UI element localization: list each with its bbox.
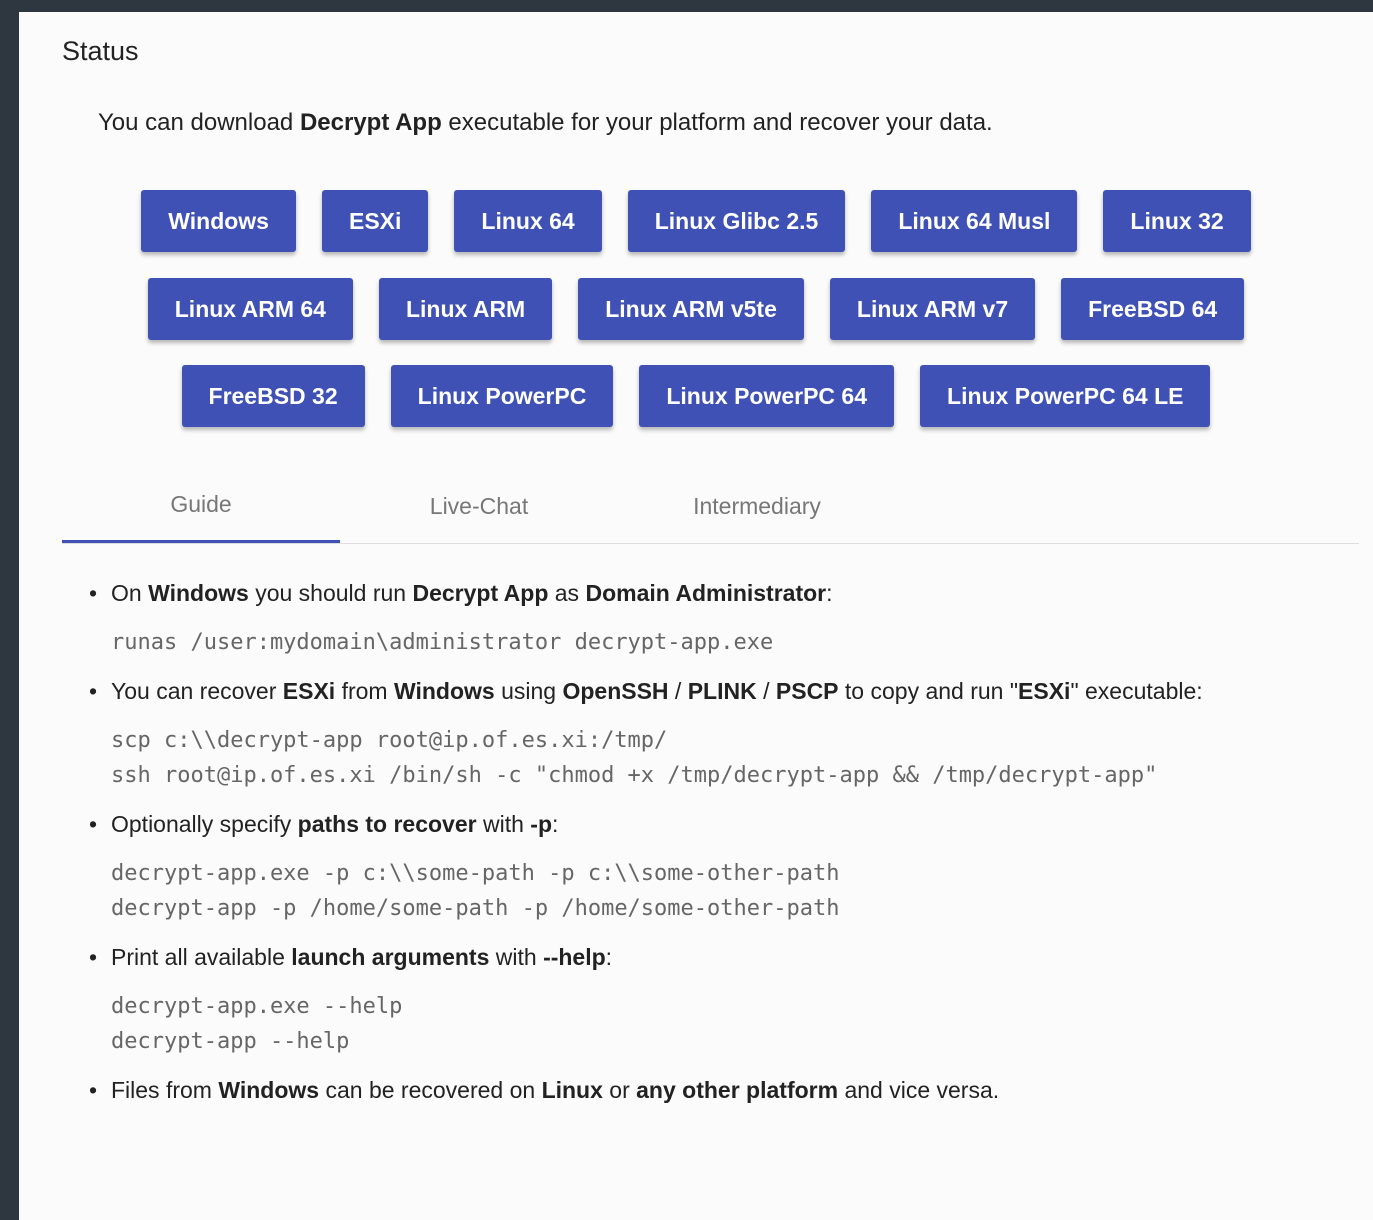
tab-intermediary[interactable]: Intermediary [618,469,896,543]
page-title: Status [62,36,139,66]
guide-item-cross-platform: Files from Windows can be recovered on L… [89,1077,1349,1104]
download-freebsd-32-button[interactable]: FreeBSD 32 [181,365,365,427]
code-line: ssh root@ip.of.es.xi /bin/sh -c "chmod +… [111,763,1158,788]
tab-bar: Guide Live-Chat Intermediary [62,469,1359,544]
code-line: decrypt-app.exe -p c:\\some-path -p c:\\… [111,861,840,886]
download-linux-powerpc-button[interactable]: Linux PowerPC [390,365,614,427]
code-line: decrypt-app --help [111,1029,350,1054]
code-paths: decrypt-app.exe -p c:\\some-path -p c:\\… [111,856,1349,926]
download-linux-powerpc-64-le-button[interactable]: Linux PowerPC 64 LE [920,365,1211,427]
intro-text: You can download Decrypt App executable … [98,109,993,137]
guide-item-esxi-recover: You can recover ESXi from Windows using … [89,678,1349,705]
download-buttons-row-3: FreeBSD 32 Linux PowerPC Linux PowerPC 6… [19,365,1373,427]
download-linux-arm-v5te-button[interactable]: Linux ARM v5te [578,278,804,340]
code-line: decrypt-app -p /home/some-path -p /home/… [111,896,840,921]
download-linux-arm-v7-button[interactable]: Linux ARM v7 [829,278,1036,340]
download-buttons-row-2: Linux ARM 64 Linux ARM Linux ARM v5te Li… [19,278,1373,340]
download-linux-glibc-button[interactable]: Linux Glibc 2.5 [627,190,846,252]
tab-guide[interactable]: Guide [62,469,340,543]
intro-text-part: You can download [98,109,300,136]
download-linux-32-button[interactable]: Linux 32 [1103,190,1251,252]
intro-app-name: Decrypt App [299,109,442,136]
download-freebsd-64-button[interactable]: FreeBSD 64 [1061,278,1245,340]
download-buttons-row-1: Windows ESXi Linux 64 Linux Glibc 2.5 Li… [19,190,1373,252]
download-linux-powerpc-64-button[interactable]: Linux PowerPC 64 [639,365,895,427]
guide-item-windows-admin: On Windows you should run Decrypt App as… [89,580,1349,607]
code-line: scp c:\\decrypt-app root@ip.of.es.xi:/tm… [111,728,668,753]
code-runas: runas /user:mydomain\administrator decry… [111,630,774,655]
download-linux-64-musl-button[interactable]: Linux 64 Musl [871,190,1078,252]
guide-content: On Windows you should run Decrypt App as… [89,580,1349,1104]
code-scp-ssh: scp c:\\decrypt-app root@ip.of.es.xi:/tm… [111,723,1349,793]
status-panel: Status You can download Decrypt App exec… [19,12,1373,1220]
intro-text-part: executable for your platform and recover… [441,109,993,136]
guide-item-paths: Optionally specify paths to recover with… [89,811,1349,838]
download-linux-64-button[interactable]: Linux 64 [454,190,602,252]
download-linux-arm-64-button[interactable]: Linux ARM 64 [147,278,353,340]
guide-item-help: Print all available launch arguments wit… [89,944,1349,971]
code-help: decrypt-app.exe --help decrypt-app --help [111,989,1349,1059]
download-esxi-button[interactable]: ESXi [321,190,429,252]
download-windows-button[interactable]: Windows [141,190,296,252]
code-line: decrypt-app.exe --help [111,994,403,1019]
tab-live-chat[interactable]: Live-Chat [340,469,618,543]
download-linux-arm-button[interactable]: Linux ARM [378,278,553,340]
